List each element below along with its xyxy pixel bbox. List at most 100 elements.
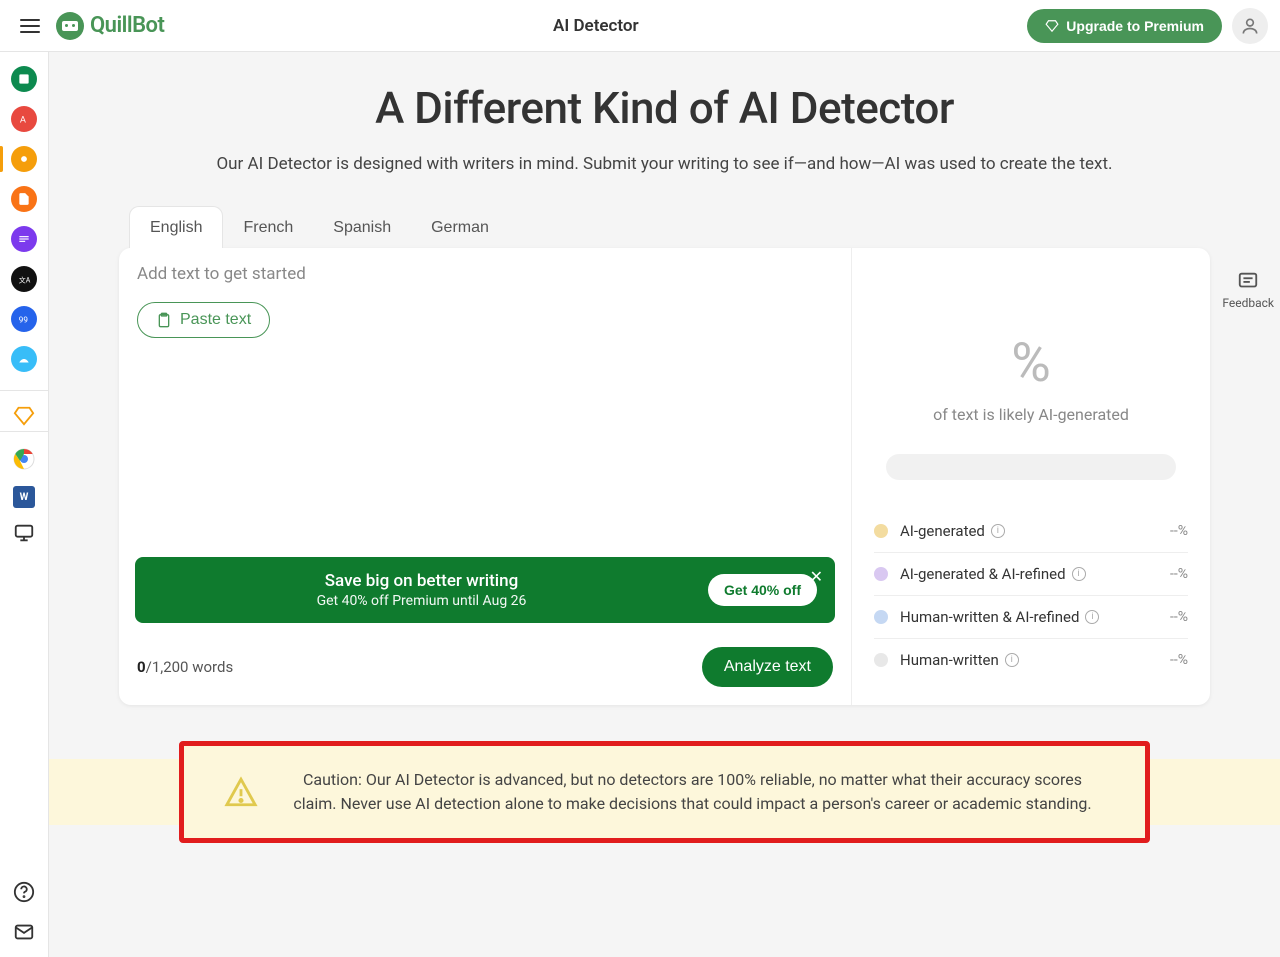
- logo-text: QuillBot: [90, 13, 164, 38]
- result-bar: [886, 454, 1176, 480]
- legend-dot-icon: [874, 653, 888, 667]
- menu-button[interactable]: [12, 8, 48, 44]
- translator-icon: 文A: [17, 272, 31, 286]
- sidebar-divider-2: [0, 431, 48, 432]
- editor-placeholder: Add text to get started: [137, 264, 833, 284]
- paste-text-button[interactable]: Paste text: [137, 302, 270, 338]
- tab-spanish[interactable]: Spanish: [313, 207, 411, 249]
- feedback-button[interactable]: Feedback: [1222, 270, 1274, 310]
- feedback-label: Feedback: [1222, 296, 1274, 310]
- info-icon[interactable]: i: [1072, 567, 1086, 581]
- sidebar-citation[interactable]: 99: [11, 306, 37, 332]
- editor-panel: Add text to get started Paste text ✕ Sav…: [119, 248, 852, 705]
- legend-label: AI-generated & AI-refinedi: [900, 565, 1170, 583]
- sidebar-paraphraser[interactable]: [11, 66, 37, 92]
- citation-icon: 99: [17, 312, 31, 326]
- flow-icon: [17, 352, 31, 366]
- tab-german[interactable]: German: [411, 207, 509, 249]
- legend-label: AI-generatedi: [900, 522, 1170, 540]
- legend-human-written: Human-writteni --%: [874, 639, 1188, 681]
- clipboard-icon: [156, 311, 172, 329]
- plagiarism-icon: [17, 192, 31, 206]
- logo[interactable]: QuillBot: [56, 12, 164, 40]
- svg-text:99: 99: [19, 315, 29, 325]
- legend-value: --%: [1170, 652, 1188, 668]
- header: QuillBot AI Detector Upgrade to Premium: [0, 0, 1280, 52]
- sidebar-desktop-app[interactable]: [13, 522, 35, 544]
- sidebar-help[interactable]: [13, 881, 35, 903]
- sidebar-flow[interactable]: [11, 346, 37, 372]
- legend-value: --%: [1170, 523, 1188, 539]
- result-percent: %: [874, 332, 1188, 395]
- sidebar-translator[interactable]: 文A: [11, 266, 37, 292]
- caution-section: Caution: Our AI Detector is advanced, bu…: [119, 741, 1210, 843]
- text-input-area[interactable]: Add text to get started Paste text: [119, 248, 851, 543]
- word-count-current: 0: [137, 658, 146, 676]
- user-icon: [1240, 16, 1260, 36]
- sidebar-ai-detector[interactable]: [11, 146, 37, 172]
- help-icon: [13, 881, 35, 903]
- logo-icon: [56, 12, 84, 40]
- promo-subtitle: Get 40% off Premium until Aug 26: [153, 593, 690, 609]
- svg-text:文A: 文A: [19, 276, 31, 285]
- legend-label: Human-writteni: [900, 651, 1170, 669]
- main-subtitle: Our AI Detector is designed with writers…: [119, 152, 1210, 177]
- summarizer-icon: [17, 232, 31, 246]
- sidebar-plagiarism[interactable]: [11, 186, 37, 212]
- feedback-icon: [1237, 270, 1259, 292]
- editor-footer: 0/1,200 words Analyze text: [119, 633, 851, 705]
- sidebar-divider: [0, 390, 48, 391]
- svg-text:A: A: [20, 115, 26, 126]
- legend-human-ai-refined: Human-written & AI-refinedi --%: [874, 596, 1188, 639]
- tab-french[interactable]: French: [223, 207, 313, 249]
- legend-dot-icon: [874, 524, 888, 538]
- tab-english[interactable]: English: [129, 206, 223, 248]
- sidebar-word-addin[interactable]: W: [13, 486, 35, 508]
- legend-ai-refined: AI-generated & AI-refinedi --%: [874, 553, 1188, 596]
- caution-box: Caution: Our AI Detector is advanced, bu…: [179, 741, 1150, 843]
- promo-cta-button[interactable]: Get 40% off: [708, 574, 817, 606]
- sidebar-summarizer[interactable]: [11, 226, 37, 252]
- ai-detector-icon: [17, 152, 31, 166]
- sidebar-chrome-ext[interactable]: [11, 446, 37, 472]
- sidebar-contact[interactable]: [13, 921, 35, 943]
- caution-text: Caution: Our AI Detector is advanced, bu…: [280, 768, 1105, 816]
- legend-dot-icon: [874, 567, 888, 581]
- language-tabs: English French Spanish German: [119, 207, 1210, 249]
- legend-label: Human-written & AI-refinedi: [900, 608, 1170, 626]
- legend-dot-icon: [874, 610, 888, 624]
- upgrade-label: Upgrade to Premium: [1066, 18, 1204, 34]
- result-percent-label: of text is likely AI-generated: [874, 405, 1188, 424]
- monitor-icon: [13, 522, 35, 544]
- main-content: A Different Kind of AI Detector Our AI D…: [49, 52, 1280, 843]
- word-icon: W: [20, 492, 29, 503]
- paraphraser-icon: [17, 72, 31, 86]
- sidebar-grammar[interactable]: A: [11, 106, 37, 132]
- info-icon[interactable]: i: [1005, 653, 1019, 667]
- info-icon[interactable]: i: [1085, 610, 1099, 624]
- promo-banner: ✕ Save big on better writing Get 40% off…: [135, 557, 835, 623]
- main-title: A Different Kind of AI Detector: [119, 82, 1210, 134]
- sidebar-premium-diamond[interactable]: [13, 405, 35, 427]
- word-count: 0/1,200 words: [137, 658, 233, 676]
- mail-icon: [13, 921, 35, 943]
- upgrade-premium-button[interactable]: Upgrade to Premium: [1027, 9, 1222, 43]
- profile-button[interactable]: [1232, 8, 1268, 44]
- grammar-icon: A: [17, 112, 31, 126]
- legend: AI-generatedi --% AI-generated & AI-refi…: [874, 510, 1188, 681]
- paste-label: Paste text: [180, 311, 251, 329]
- page-title: AI Detector: [164, 16, 1027, 36]
- promo-text: Save big on better writing Get 40% off P…: [153, 571, 690, 609]
- detector-card: Add text to get started Paste text ✕ Sav…: [119, 248, 1210, 705]
- diamond-outline-icon: [13, 405, 35, 427]
- results-panel: % of text is likely AI-generated AI-gene…: [852, 248, 1210, 705]
- promo-title: Save big on better writing: [153, 571, 690, 591]
- legend-ai-generated: AI-generatedi --%: [874, 510, 1188, 553]
- diamond-icon: [1045, 19, 1059, 33]
- promo-close-button[interactable]: ✕: [810, 567, 823, 587]
- legend-value: --%: [1170, 609, 1188, 625]
- legend-value: --%: [1170, 566, 1188, 582]
- info-icon[interactable]: i: [991, 524, 1005, 538]
- analyze-button[interactable]: Analyze text: [702, 647, 833, 687]
- chrome-icon: [12, 447, 36, 471]
